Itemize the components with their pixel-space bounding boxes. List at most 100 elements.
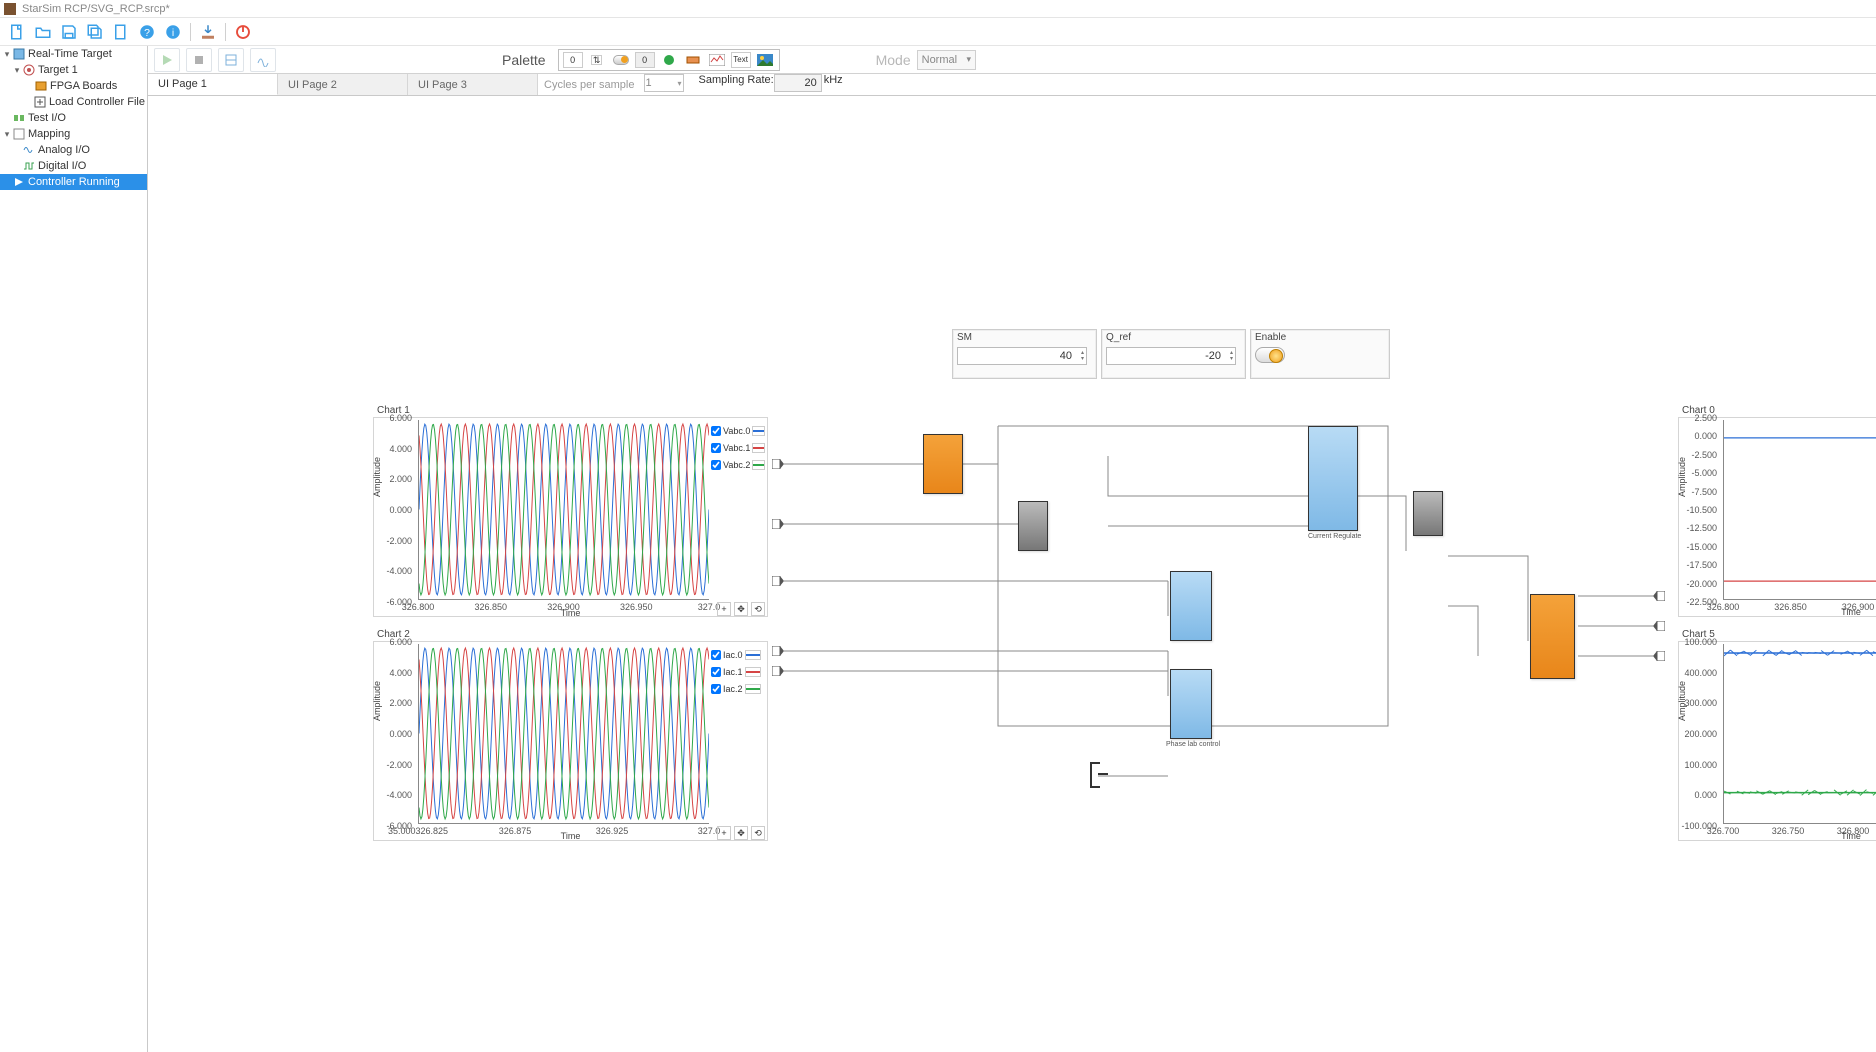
palette-text[interactable]: Text xyxy=(731,52,751,68)
port-in-1[interactable] xyxy=(772,459,784,469)
scope-button[interactable] xyxy=(250,48,276,72)
enable-toggle[interactable] xyxy=(1255,347,1285,363)
input-sm: SM 40 xyxy=(952,329,1097,379)
legend-item[interactable]: Vabc.1 xyxy=(711,439,765,456)
palette-led[interactable] xyxy=(659,52,679,68)
stop-button[interactable] xyxy=(186,48,212,72)
chart-1: Chart 1 6.0004.0002.0000.000-2.000-4.000… xyxy=(373,404,768,624)
tree-item-controller-running[interactable]: Controller Running xyxy=(0,174,147,190)
palette-stepper[interactable]: ⇅ xyxy=(587,52,607,68)
input-label: Enable xyxy=(1255,332,1385,343)
tab-ui-page-3[interactable]: UI Page 3 xyxy=(408,74,538,95)
constant-block[interactable] xyxy=(1090,762,1106,788)
toolbar-separator xyxy=(225,23,226,41)
tree-label: Controller Running xyxy=(28,176,120,188)
toolbar-separator xyxy=(190,23,191,41)
tree-root[interactable]: ▾ Real-Time Target xyxy=(0,46,147,62)
block-blue-mid-1[interactable] xyxy=(1170,571,1212,641)
palette-image[interactable] xyxy=(755,52,775,68)
legend-item[interactable]: Vabc.0 xyxy=(711,422,765,439)
chart-tool-zoom[interactable]: + xyxy=(717,826,731,840)
port-in-4[interactable] xyxy=(772,646,784,656)
workspace[interactable]: SM 40 Q_ref -20 Enable xyxy=(148,96,1876,1052)
port-in-2[interactable] xyxy=(772,519,784,529)
help-button[interactable]: ? xyxy=(136,21,158,43)
palette-display[interactable]: 0 xyxy=(635,52,655,68)
sm-value[interactable]: 40 xyxy=(957,347,1087,365)
palette-toggle[interactable] xyxy=(611,52,631,68)
sampling-rate-value[interactable]: 20 xyxy=(774,74,822,92)
tree-item-mapping[interactable]: ▾Mapping xyxy=(0,126,147,142)
port-out-1[interactable] xyxy=(1653,591,1665,601)
y-axis-label: Amplitude xyxy=(372,457,382,497)
chart-tool-reset[interactable]: ⟲ xyxy=(751,602,765,616)
save-button[interactable] xyxy=(58,21,80,43)
play-button[interactable] xyxy=(154,48,180,72)
block-orange-1[interactable] xyxy=(923,434,963,494)
svg-text:?: ? xyxy=(144,26,150,38)
tree-root-label: Real-Time Target xyxy=(28,48,112,60)
mode-label: Mode xyxy=(876,52,911,68)
chart-plot-area[interactable] xyxy=(1723,644,1876,824)
config-button[interactable] xyxy=(218,48,244,72)
canvas-area: Palette 0 ⇅ 0 Text Mode Normal UI Page 1… xyxy=(148,46,1876,1052)
tree-label: FPGA Boards xyxy=(50,80,117,92)
new-page-button[interactable] xyxy=(110,21,132,43)
palette-slider[interactable] xyxy=(683,52,703,68)
chart-plot-area[interactable] xyxy=(1723,420,1876,600)
port-out-3[interactable] xyxy=(1653,651,1665,661)
tabs-row: UI Page 1 UI Page 2 UI Page 3 Cycles per… xyxy=(148,74,1876,96)
chart-y-axis: 6.0004.0002.0000.000-2.000-4.000-6.000 xyxy=(374,418,414,602)
download-button[interactable] xyxy=(197,21,219,43)
open-file-button[interactable] xyxy=(32,21,54,43)
chart-y-axis: 6.0004.0002.0000.000-2.000-4.000-6.000 xyxy=(374,642,414,826)
chart-plot-area[interactable] xyxy=(418,420,709,600)
cycles-value[interactable]: 1 xyxy=(644,74,684,92)
main-toolbar: ? i xyxy=(0,18,1876,46)
block-gray-1[interactable] xyxy=(1018,501,1048,551)
legend-item[interactable]: Vabc.2 xyxy=(711,456,765,473)
power-button[interactable] xyxy=(232,21,254,43)
port-in-5[interactable] xyxy=(772,666,784,676)
palette-chart[interactable] xyxy=(707,52,727,68)
info-button[interactable]: i xyxy=(162,21,184,43)
block-orange-out[interactable] xyxy=(1530,594,1575,679)
palette-box: 0 ⇅ 0 Text xyxy=(558,49,780,71)
chart-tool-pan[interactable]: ✥ xyxy=(734,602,748,616)
tree-item-testio[interactable]: Test I/O xyxy=(0,110,147,126)
chart-5: Chart 5 100.000400.000300.000200.000100.… xyxy=(1678,628,1876,848)
chart-plot-area[interactable] xyxy=(418,644,709,824)
block-blue-mid-2[interactable] xyxy=(1170,669,1212,739)
tab-ui-page-2[interactable]: UI Page 2 xyxy=(278,74,408,95)
port-out-2[interactable] xyxy=(1653,621,1665,631)
chart-tool-reset[interactable]: ⟲ xyxy=(751,826,765,840)
input-qref: Q_ref -20 xyxy=(1101,329,1246,379)
y-axis-label: Amplitude xyxy=(372,681,382,721)
tree-item-fpga[interactable]: FPGA Boards xyxy=(0,78,147,94)
tree-item-target[interactable]: ▾Target 1 xyxy=(0,62,147,78)
legend-item[interactable]: Iac.2 xyxy=(711,680,765,697)
input-label: SM xyxy=(957,332,1092,343)
port-in-3[interactable] xyxy=(772,576,784,586)
legend-item[interactable]: Iac.0 xyxy=(711,646,765,663)
tree-item-digital[interactable]: Digital I/O xyxy=(0,158,147,174)
new-file-button[interactable] xyxy=(6,21,28,43)
canvas-header: Palette 0 ⇅ 0 Text Mode Normal xyxy=(148,46,1876,74)
input-label: Q_ref xyxy=(1106,332,1241,343)
chart-tool-zoom[interactable]: + xyxy=(717,602,731,616)
block-current-regulate[interactable] xyxy=(1308,426,1358,531)
mode-select[interactable]: Normal xyxy=(917,50,976,70)
tab-ui-page-1[interactable]: UI Page 1 xyxy=(148,74,278,95)
app-icon xyxy=(4,3,16,15)
chart-title: Chart 1 xyxy=(373,404,768,417)
palette-number[interactable]: 0 xyxy=(563,52,583,68)
save-all-button[interactable] xyxy=(84,21,106,43)
qref-value[interactable]: -20 xyxy=(1106,347,1236,365)
chart-tool-pan[interactable]: ✥ xyxy=(734,826,748,840)
tree-item-loadctrl[interactable]: Load Controller File xyxy=(0,94,147,110)
legend-item[interactable]: Iac.1 xyxy=(711,663,765,680)
block-gray-2[interactable] xyxy=(1413,491,1443,536)
chart-y-axis: 2.5000.000-2.500-5.000-7.500-10.500-12.5… xyxy=(1679,418,1719,602)
chart-tools: + ✥ ⟲ xyxy=(717,826,765,840)
tree-item-analog[interactable]: Analog I/O xyxy=(0,142,147,158)
